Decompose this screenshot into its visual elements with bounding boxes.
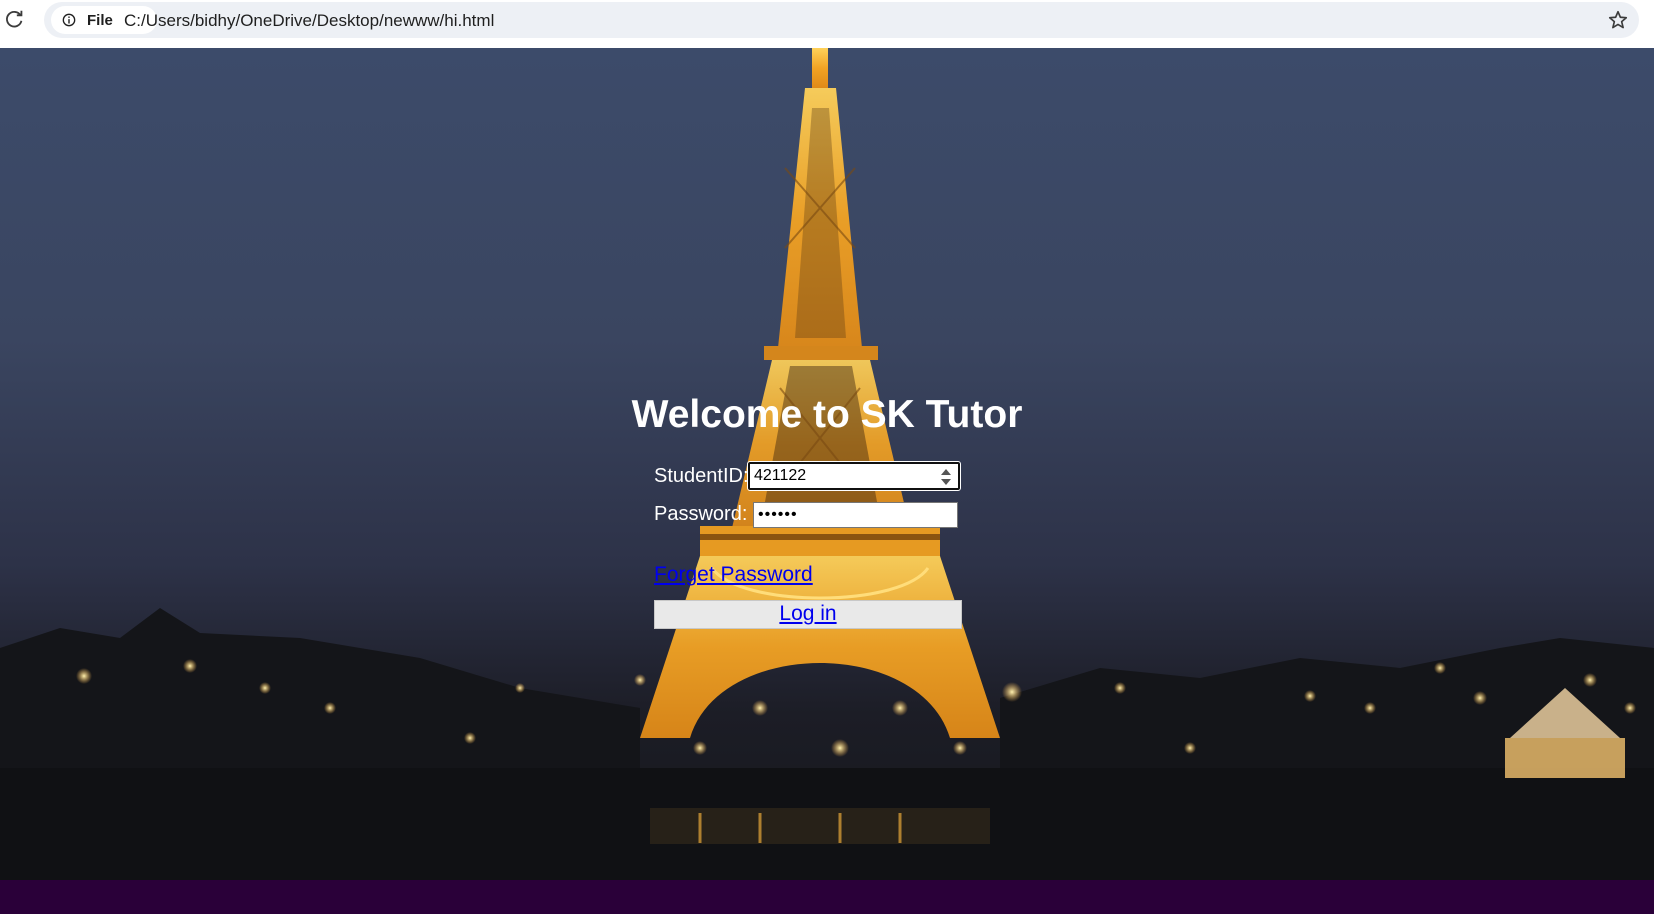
page-title: Welcome to SK Tutor <box>631 393 1023 436</box>
bottom-bar <box>0 880 1654 914</box>
chip-label: File <box>87 12 113 29</box>
browser-toolbar: File C:/Users/bidhy/OneDrive/Desktop/new… <box>0 0 1654 48</box>
password-input[interactable]: •••••• <box>753 502 958 528</box>
info-icon <box>62 13 76 27</box>
password-row: Password: •••••• <box>654 501 958 528</box>
student-id-label: StudentID: <box>654 464 749 487</box>
spinner-arrows-icon[interactable] <box>940 467 952 487</box>
student-id-row: StudentID: 421122 <box>654 461 961 491</box>
password-label: Password: <box>654 502 748 525</box>
page-viewport: Welcome to SK Tutor StudentID: 421122 Pa… <box>0 48 1654 880</box>
url-text[interactable]: C:/Users/bidhy/OneDrive/Desktop/newww/hi… <box>124 11 494 31</box>
star-icon[interactable] <box>1607 9 1629 31</box>
forgot-password-link[interactable]: Forget Password <box>654 563 813 587</box>
login-button[interactable]: Log in <box>654 600 962 629</box>
address-bar[interactable]: File C:/Users/bidhy/OneDrive/Desktop/new… <box>44 2 1639 38</box>
student-id-input[interactable]: 421122 <box>747 461 961 491</box>
reload-icon[interactable] <box>4 8 26 30</box>
student-id-value: 421122 <box>754 467 807 484</box>
